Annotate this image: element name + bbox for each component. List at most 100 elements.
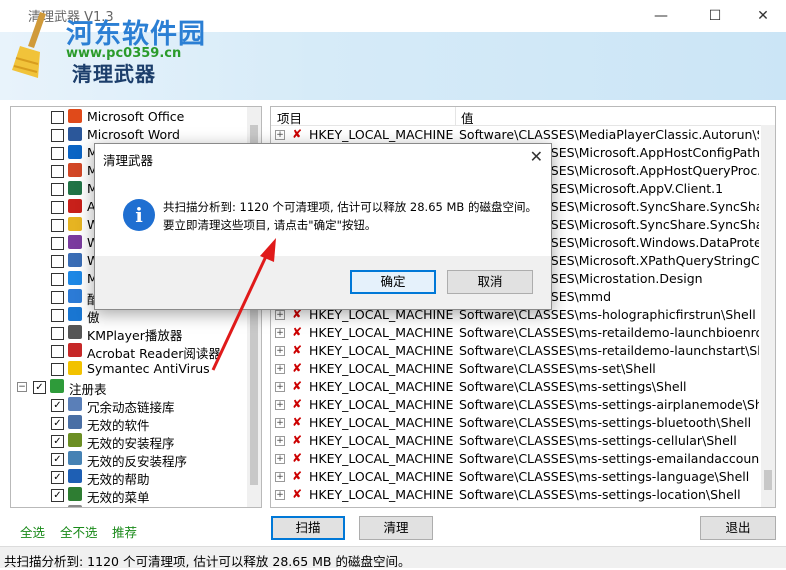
- tree-checkbox[interactable]: [51, 327, 64, 340]
- clean-button[interactable]: 清理: [359, 516, 433, 540]
- expand-icon[interactable]: +: [275, 130, 285, 140]
- tree-checkbox[interactable]: [51, 111, 64, 124]
- expand-icon[interactable]: +: [275, 472, 285, 482]
- banner-title: 清理武器: [72, 62, 156, 86]
- tree-item[interactable]: ✓ 无效的菜单: [11, 486, 247, 505]
- table-row[interactable]: + ✘ HKEY_LOCAL_MACHINE Software\CLASSES\ms-…: [271, 342, 761, 360]
- flash-icon: [68, 199, 82, 213]
- uninstaller-icon: [68, 451, 82, 465]
- expand-icon[interactable]: +: [275, 364, 285, 374]
- table-row[interactable]: + ✘ HKEY_LOCAL_MACHINE Software\CLASSES\ms-…: [271, 396, 761, 414]
- invalid-entry-icon: ✘: [291, 487, 303, 501]
- table-row[interactable]: + ✘ HKEY_LOCAL_MACHINE Software\CLASSES\ms-…: [271, 432, 761, 450]
- tree-checkbox[interactable]: [51, 255, 64, 268]
- tree-checkbox[interactable]: [51, 291, 64, 304]
- select-none-link[interactable]: 全不选: [60, 522, 98, 541]
- maximize-button[interactable]: ☐: [692, 0, 738, 32]
- row-key: HKEY_LOCAL_MACHINE: [309, 343, 454, 358]
- tree-checkbox[interactable]: ✓: [51, 399, 64, 412]
- row-key: HKEY_LOCAL_MACHINE: [309, 127, 454, 142]
- excel-icon: [68, 181, 82, 195]
- tree-item[interactable]: ✓ 无效的反安装程序: [11, 450, 247, 469]
- tree-checkbox[interactable]: [51, 165, 64, 178]
- tree-checkbox[interactable]: ✓: [51, 471, 64, 484]
- tree-checkbox[interactable]: ✓: [51, 417, 64, 430]
- expand-icon[interactable]: +: [275, 454, 285, 464]
- invalid-entry-icon: ✘: [291, 379, 303, 393]
- tree-item-label: Microsoft Word: [87, 127, 180, 142]
- expand-icon[interactable]: +: [275, 328, 285, 338]
- tree-item[interactable]: ✓ 无效的安装程序: [11, 432, 247, 451]
- tree-item[interactable]: Microsoft Office: [11, 108, 247, 126]
- expand-icon[interactable]: +: [275, 418, 285, 428]
- tree-checkbox[interactable]: ✓: [33, 381, 46, 394]
- tree-item[interactable]: Symantec AntiVirus: [11, 360, 247, 378]
- table-row[interactable]: + ✘ HKEY_LOCAL_MACHINE Software\CLASSES\ms-…: [271, 450, 761, 468]
- tree-item[interactable]: Microsoft Word: [11, 126, 247, 144]
- tree-checkbox[interactable]: ✓: [51, 435, 64, 448]
- scan-button[interactable]: 扫描: [271, 516, 345, 540]
- tree-item[interactable]: ✓ ActiveX和类错误: [11, 504, 247, 508]
- expand-icon[interactable]: +: [275, 310, 285, 320]
- table-row[interactable]: + ✘ HKEY_LOCAL_MACHINE Software\CLASSES\ms-…: [271, 414, 761, 432]
- tree-item[interactable]: ✓ 无效的帮助: [11, 468, 247, 487]
- tree-checkbox[interactable]: ✓: [51, 489, 64, 502]
- table-row[interactable]: + ✘ HKEY_LOCAL_MACHINE Software\CLASSES\ms-…: [271, 324, 761, 342]
- acrobat-icon: [68, 343, 82, 357]
- tree-item[interactable]: Acrobat Reader阅读器: [11, 342, 247, 361]
- header-item[interactable]: 项目: [277, 108, 302, 127]
- ok-button[interactable]: 确定: [350, 270, 436, 294]
- expand-icon[interactable]: +: [275, 382, 285, 392]
- tree-checkbox[interactable]: [51, 129, 64, 142]
- tree-item[interactable]: ✓ 无效的软件: [11, 414, 247, 433]
- row-key: HKEY_LOCAL_MACHINE: [309, 451, 454, 466]
- expand-icon[interactable]: +: [275, 400, 285, 410]
- table-row[interactable]: + ✘ HKEY_LOCAL_MACHINE Software\CLASSES\Med…: [271, 126, 761, 144]
- cancel-button[interactable]: 取消: [447, 270, 533, 294]
- tree-checkbox[interactable]: ✓: [51, 453, 64, 466]
- menu-icon: [68, 487, 82, 501]
- list-header: 项目 值: [271, 107, 775, 126]
- tree-checkbox[interactable]: [51, 201, 64, 214]
- expand-icon[interactable]: +: [275, 436, 285, 446]
- row-value: Software\CLASSES\ms-settings-bluetooth\S…: [459, 415, 752, 430]
- dialog-message-line2: 要立即清理这些项目, 请点击"确定"按钮。: [163, 218, 377, 232]
- tree-checkbox[interactable]: [51, 237, 64, 250]
- recommend-link[interactable]: 推荐: [112, 522, 137, 541]
- tree-checkbox[interactable]: ✓: [51, 507, 64, 508]
- invalid-entry-icon: ✘: [291, 469, 303, 483]
- tree-item[interactable]: KMPlayer播放器: [11, 324, 247, 343]
- office-icon: [68, 109, 82, 123]
- tree-checkbox[interactable]: [51, 363, 64, 376]
- dll-icon: [68, 397, 82, 411]
- tree-checkbox[interactable]: [51, 147, 64, 160]
- status-bar: 共扫描分析到: 1120 个可清理项, 估计可以释放 28.65 MB 的磁盘空…: [0, 546, 786, 569]
- invalid-entry-icon: ✘: [291, 343, 303, 357]
- tree-group-registry[interactable]: − ✓ 注册表: [11, 378, 247, 397]
- invalid-entry-icon: ✘: [291, 451, 303, 465]
- dialog-close-icon[interactable]: ✕: [530, 147, 543, 166]
- tree-checkbox[interactable]: [51, 345, 64, 358]
- tree-checkbox[interactable]: [51, 183, 64, 196]
- collapse-icon[interactable]: −: [17, 382, 27, 392]
- header-value[interactable]: 值: [461, 108, 474, 127]
- row-value: Software\CLASSES\ms-settings-airplanemod…: [459, 397, 759, 412]
- exit-button[interactable]: 退出: [700, 516, 776, 540]
- minimize-button[interactable]: —: [638, 0, 684, 32]
- tree-item[interactable]: ✓ 冗余动态链接库: [11, 396, 247, 415]
- table-row[interactable]: + ✘ HKEY_LOCAL_MACHINE Software\CLASSES\ms-…: [271, 486, 761, 504]
- table-row[interactable]: + ✘ HKEY_LOCAL_MACHINE Software\CLASSES\ms-…: [271, 360, 761, 378]
- tree-checkbox[interactable]: [51, 309, 64, 322]
- expand-icon[interactable]: +: [275, 490, 285, 500]
- table-row[interactable]: + ✘ HKEY_LOCAL_MACHINE Software\CLASSES\ms-…: [271, 468, 761, 486]
- select-all-link[interactable]: 全选: [20, 522, 45, 541]
- browser-icon: [68, 307, 82, 321]
- expand-icon[interactable]: +: [275, 346, 285, 356]
- symantec-icon: [68, 361, 82, 375]
- close-button[interactable]: ✕: [740, 0, 786, 32]
- list-scrollbar[interactable]: [761, 125, 775, 507]
- tree-checkbox[interactable]: [51, 273, 64, 286]
- table-row[interactable]: + ✘ HKEY_LOCAL_MACHINE Software\CLASSES\ms-…: [271, 378, 761, 396]
- invalid-entry-icon: ✘: [291, 397, 303, 411]
- tree-checkbox[interactable]: [51, 219, 64, 232]
